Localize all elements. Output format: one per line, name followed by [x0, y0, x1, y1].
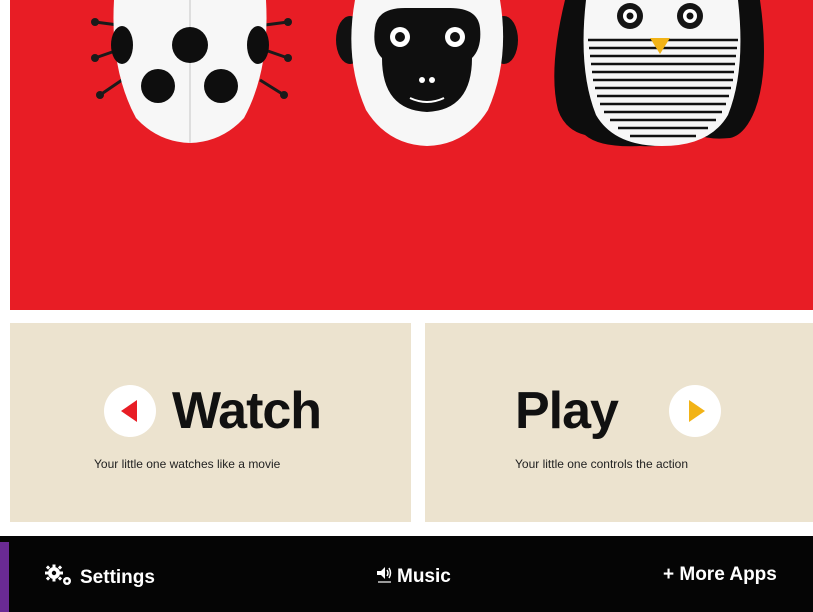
ladybug-icon: [91, 0, 292, 143]
watch-title: Watch: [172, 382, 322, 440]
settings-button[interactable]: Settings: [44, 564, 155, 592]
penguin-icon: [554, 0, 764, 147]
play-subtitle: Your little one controls the action: [515, 457, 688, 471]
watch-subtitle: Your little one watches like a movie: [94, 457, 281, 471]
settings-label: Settings: [80, 567, 155, 589]
more-apps-label: + More Apps: [663, 564, 777, 585]
app-screen: Watch Your little one watches like a mov…: [0, 0, 813, 612]
gear-icon: [44, 564, 74, 592]
hero-illustration: [91, 0, 764, 147]
watch-button[interactable]: [104, 385, 156, 437]
more-apps-button[interactable]: + More Apps: [663, 564, 777, 586]
arrow-right-icon: [689, 400, 705, 422]
music-button[interactable]: Music: [375, 564, 451, 590]
bottom-bar: Settings Music + More Apps: [0, 536, 813, 612]
music-label: Music: [397, 566, 451, 588]
monkey-icon: [336, 0, 518, 146]
accent-strip: [0, 542, 9, 612]
play-card[interactable]: Play Your little one controls the action: [425, 323, 813, 522]
speaker-icon: [375, 564, 395, 590]
watch-card[interactable]: Watch Your little one watches like a mov…: [10, 323, 411, 522]
play-button[interactable]: [669, 385, 721, 437]
hero-banner: [10, 0, 813, 310]
arrow-left-icon: [121, 400, 137, 422]
play-title: Play: [515, 382, 619, 440]
